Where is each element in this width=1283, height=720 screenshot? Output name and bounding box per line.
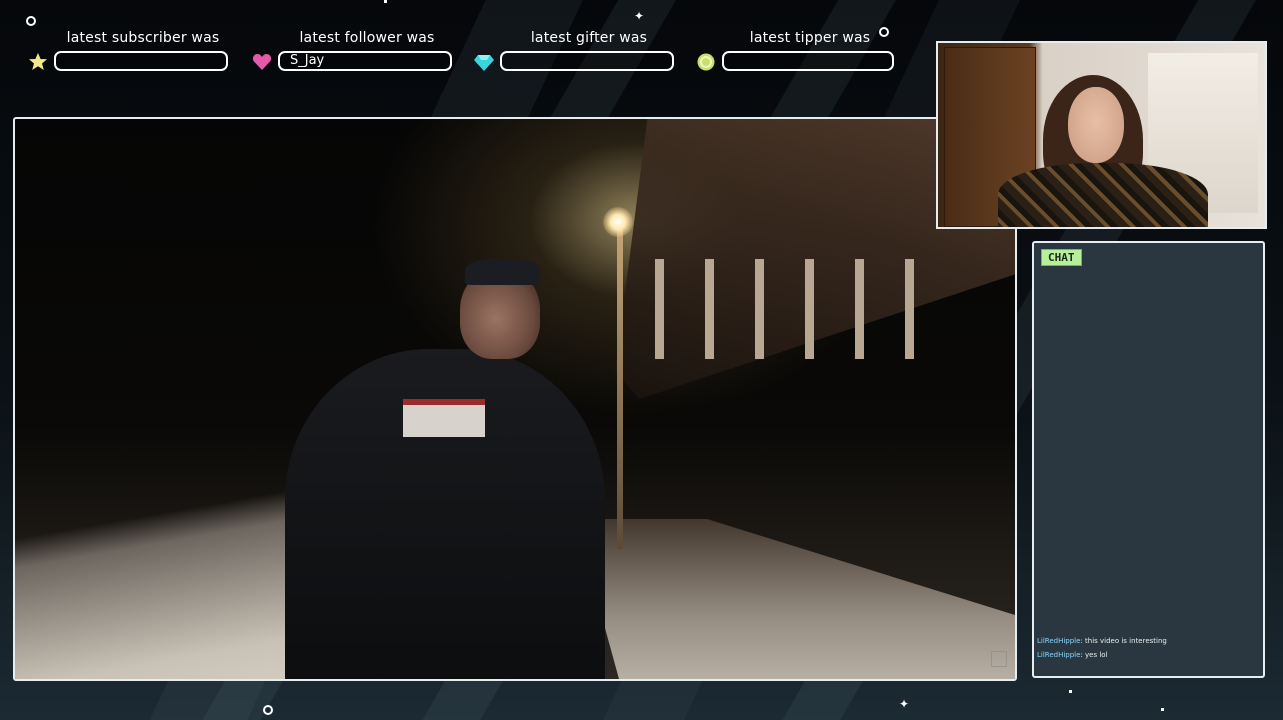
gem-icon — [474, 52, 494, 72]
sparkle-star-icon: ✦ — [899, 697, 910, 711]
porch-rail — [705, 259, 714, 359]
porch-rail — [755, 259, 764, 359]
sparkle-dot-icon — [1069, 690, 1072, 693]
subscriber-alert: latest subscriber was — [28, 30, 228, 80]
person-hat — [465, 259, 540, 285]
heart-icon — [252, 52, 272, 72]
follower-name-box: S_Jay — [278, 51, 452, 71]
lamp-post — [617, 219, 623, 549]
gifter-alert-title: latest gifter was — [530, 30, 648, 46]
gameplay-video-frame — [13, 117, 1017, 681]
streamer-shirt — [998, 163, 1208, 227]
chat-text: : yes lol — [1080, 651, 1108, 659]
sparkle-dot-icon — [1161, 708, 1164, 711]
sparkle-star-icon: ✦ — [634, 9, 645, 23]
gifter-alert: latest gifter was — [474, 30, 674, 80]
coin-icon — [696, 52, 716, 72]
gifter-name-box — [500, 51, 674, 71]
streamer-face — [1068, 87, 1124, 163]
porch-rail — [855, 259, 864, 359]
follower-alert: latest follower was S_Jay — [252, 30, 452, 80]
chat-message: LilRedHipple: yes lol — [1037, 648, 1259, 662]
snowy-garden — [575, 519, 1015, 679]
sparkle-ring-icon — [879, 27, 889, 37]
star-icon — [28, 52, 48, 72]
chat-username: LilRedHipple — [1037, 637, 1081, 645]
subscriber-alert-title: latest subscriber was — [66, 30, 220, 46]
webcam-frame — [936, 41, 1267, 229]
subscriber-name-box — [54, 51, 228, 71]
stream-overlay: latest subscriber was latest follower wa… — [0, 0, 1283, 720]
sparkle-ring-icon — [263, 705, 273, 715]
porch-rail — [655, 259, 664, 359]
person-in-video — [285, 259, 605, 679]
porch-rail — [905, 259, 914, 359]
chat-text: : this video is interesting — [1080, 637, 1167, 645]
sparkle-dot-icon — [384, 0, 387, 3]
porch-rail — [805, 259, 814, 359]
chat-panel: CHAT LilRedHipple: this video is interes… — [1032, 241, 1265, 678]
street-lamp — [603, 207, 633, 237]
chat-message: LilRedHipple: this video is interesting — [1037, 634, 1259, 648]
video-watermark-icon — [991, 651, 1007, 667]
sparkle-ring-icon — [26, 16, 36, 26]
follower-alert-title: latest follower was — [299, 30, 435, 46]
jacket-stripe — [441, 399, 485, 437]
tipper-alert: latest tipper was — [696, 30, 894, 80]
chat-messages: LilRedHipple: this video is interesting … — [1037, 634, 1259, 662]
chat-username: LilRedHipple — [1037, 651, 1081, 659]
chat-label: CHAT — [1041, 249, 1082, 266]
tipper-alert-title: latest tipper was — [749, 30, 871, 46]
tipper-name-box — [722, 51, 894, 71]
